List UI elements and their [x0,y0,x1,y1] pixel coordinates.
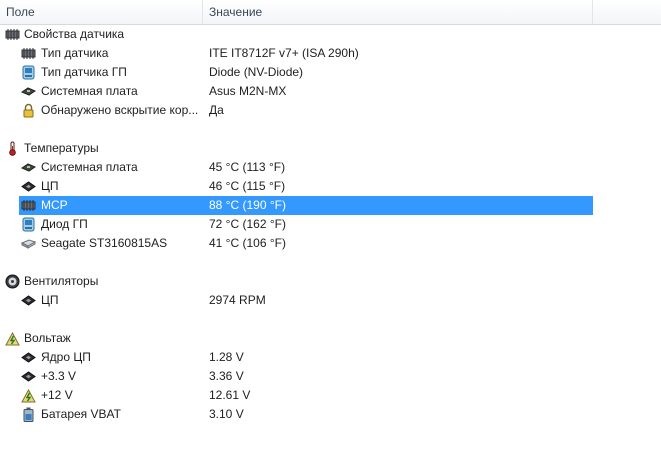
fan-icon [5,274,20,289]
list-item[interactable]: Тип датчика ITE IT8712F v7+ (ISA 290h) [0,44,661,63]
cpu-icon [21,293,36,308]
section-sensor-properties[interactable]: Свойства датчика [0,25,661,44]
item-value: 1.28 V [209,350,244,364]
thermometer-icon [5,141,20,156]
voltage-icon [21,388,36,403]
item-label: +3.3 V [41,369,77,383]
item-value: Asus M2N-MX [209,84,287,98]
battery-icon [21,407,36,422]
list-item[interactable]: Тип датчика ГП Diode (NV-Diode) [0,63,661,82]
item-value: 3.36 V [209,369,244,383]
item-label: Тип датчика ГП [41,65,127,79]
section-title: Вентиляторы [24,274,99,288]
cpu-icon [21,369,36,384]
list-item[interactable]: Ядро ЦП 1.28 V [0,348,661,367]
item-label: Системная плата [41,84,138,98]
lock-icon [21,103,36,118]
item-label: Батарея VBAT [41,407,121,421]
item-value: Да [209,103,224,117]
motherboard-icon [21,84,36,99]
column-header-field[interactable]: Поле [0,0,203,24]
list-item[interactable]: +12 V 12.61 V [0,386,661,405]
voltage-icon [5,331,20,346]
item-value: Diode (NV-Diode) [209,65,304,79]
item-value: 12.61 V [209,388,251,402]
list-item[interactable]: +3.3 V 3.36 V [0,367,661,386]
list-item[interactable]: Диод ГП 72 °C (162 °F) [0,215,661,234]
section-temperatures[interactable]: Температуры [0,139,661,158]
item-label: Seagate ST3160815AS [41,236,168,250]
gpu-icon [21,65,36,80]
item-label: Диод ГП [41,217,88,231]
cpu-icon [21,350,36,365]
chip-icon [5,27,20,42]
item-label: ЦП [41,179,59,193]
item-label: Системная плата [41,160,138,174]
section-fans[interactable]: Вентиляторы [0,272,661,291]
item-value: 3.10 V [209,407,244,421]
list-item[interactable]: Обнаружено вскрытие кор... Да [0,101,661,120]
list-item[interactable]: Seagate ST3160815AS 41 °C (106 °F) [0,234,661,253]
item-value: 46 °C (115 °F) [209,179,286,193]
list-item[interactable]: Системная плата Asus M2N-MX [0,82,661,101]
sensor-list: Свойства датчика Тип датчика ITE IT8712F… [0,25,661,424]
item-value: 72 °C (162 °F) [209,217,286,231]
column-header: Поле Значение [0,0,661,25]
gpu-icon [21,217,36,232]
item-value: ITE IT8712F v7+ (ISA 290h) [209,46,359,60]
list-item[interactable]: ЦП 2974 RPM [0,291,661,310]
chip-icon [21,46,36,61]
item-label: Тип датчика [41,46,109,60]
section-voltage[interactable]: Вольтаж [0,329,661,348]
item-value: 45 °C (113 °F) [209,160,286,174]
cpu-icon [21,179,36,194]
harddisk-icon [21,236,36,251]
item-label: +12 V [41,388,73,402]
column-header-empty [593,0,661,24]
section-title: Вольтаж [24,331,71,345]
item-label: MCP [41,198,68,212]
list-item[interactable]: Батарея VBAT 3.10 V [0,405,661,424]
item-label: Обнаружено вскрытие кор... [41,103,199,117]
column-header-value[interactable]: Значение [203,0,593,24]
item-label: Ядро ЦП [41,350,91,364]
chip-icon [21,198,36,213]
list-item[interactable]: ЦП 46 °C (115 °F) [0,177,661,196]
item-label: ЦП [41,293,59,307]
section-title: Температуры [24,141,99,155]
list-item[interactable]: Системная плата 45 °C (113 °F) [0,158,661,177]
list-item-selected[interactable]: MCP 88 °C (190 °F) [0,196,661,215]
motherboard-icon [21,160,36,175]
section-title: Свойства датчика [24,27,125,41]
item-value: 41 °C (106 °F) [209,236,286,250]
item-value: 88 °C (190 °F) [209,198,286,212]
item-value: 2974 RPM [209,293,266,307]
